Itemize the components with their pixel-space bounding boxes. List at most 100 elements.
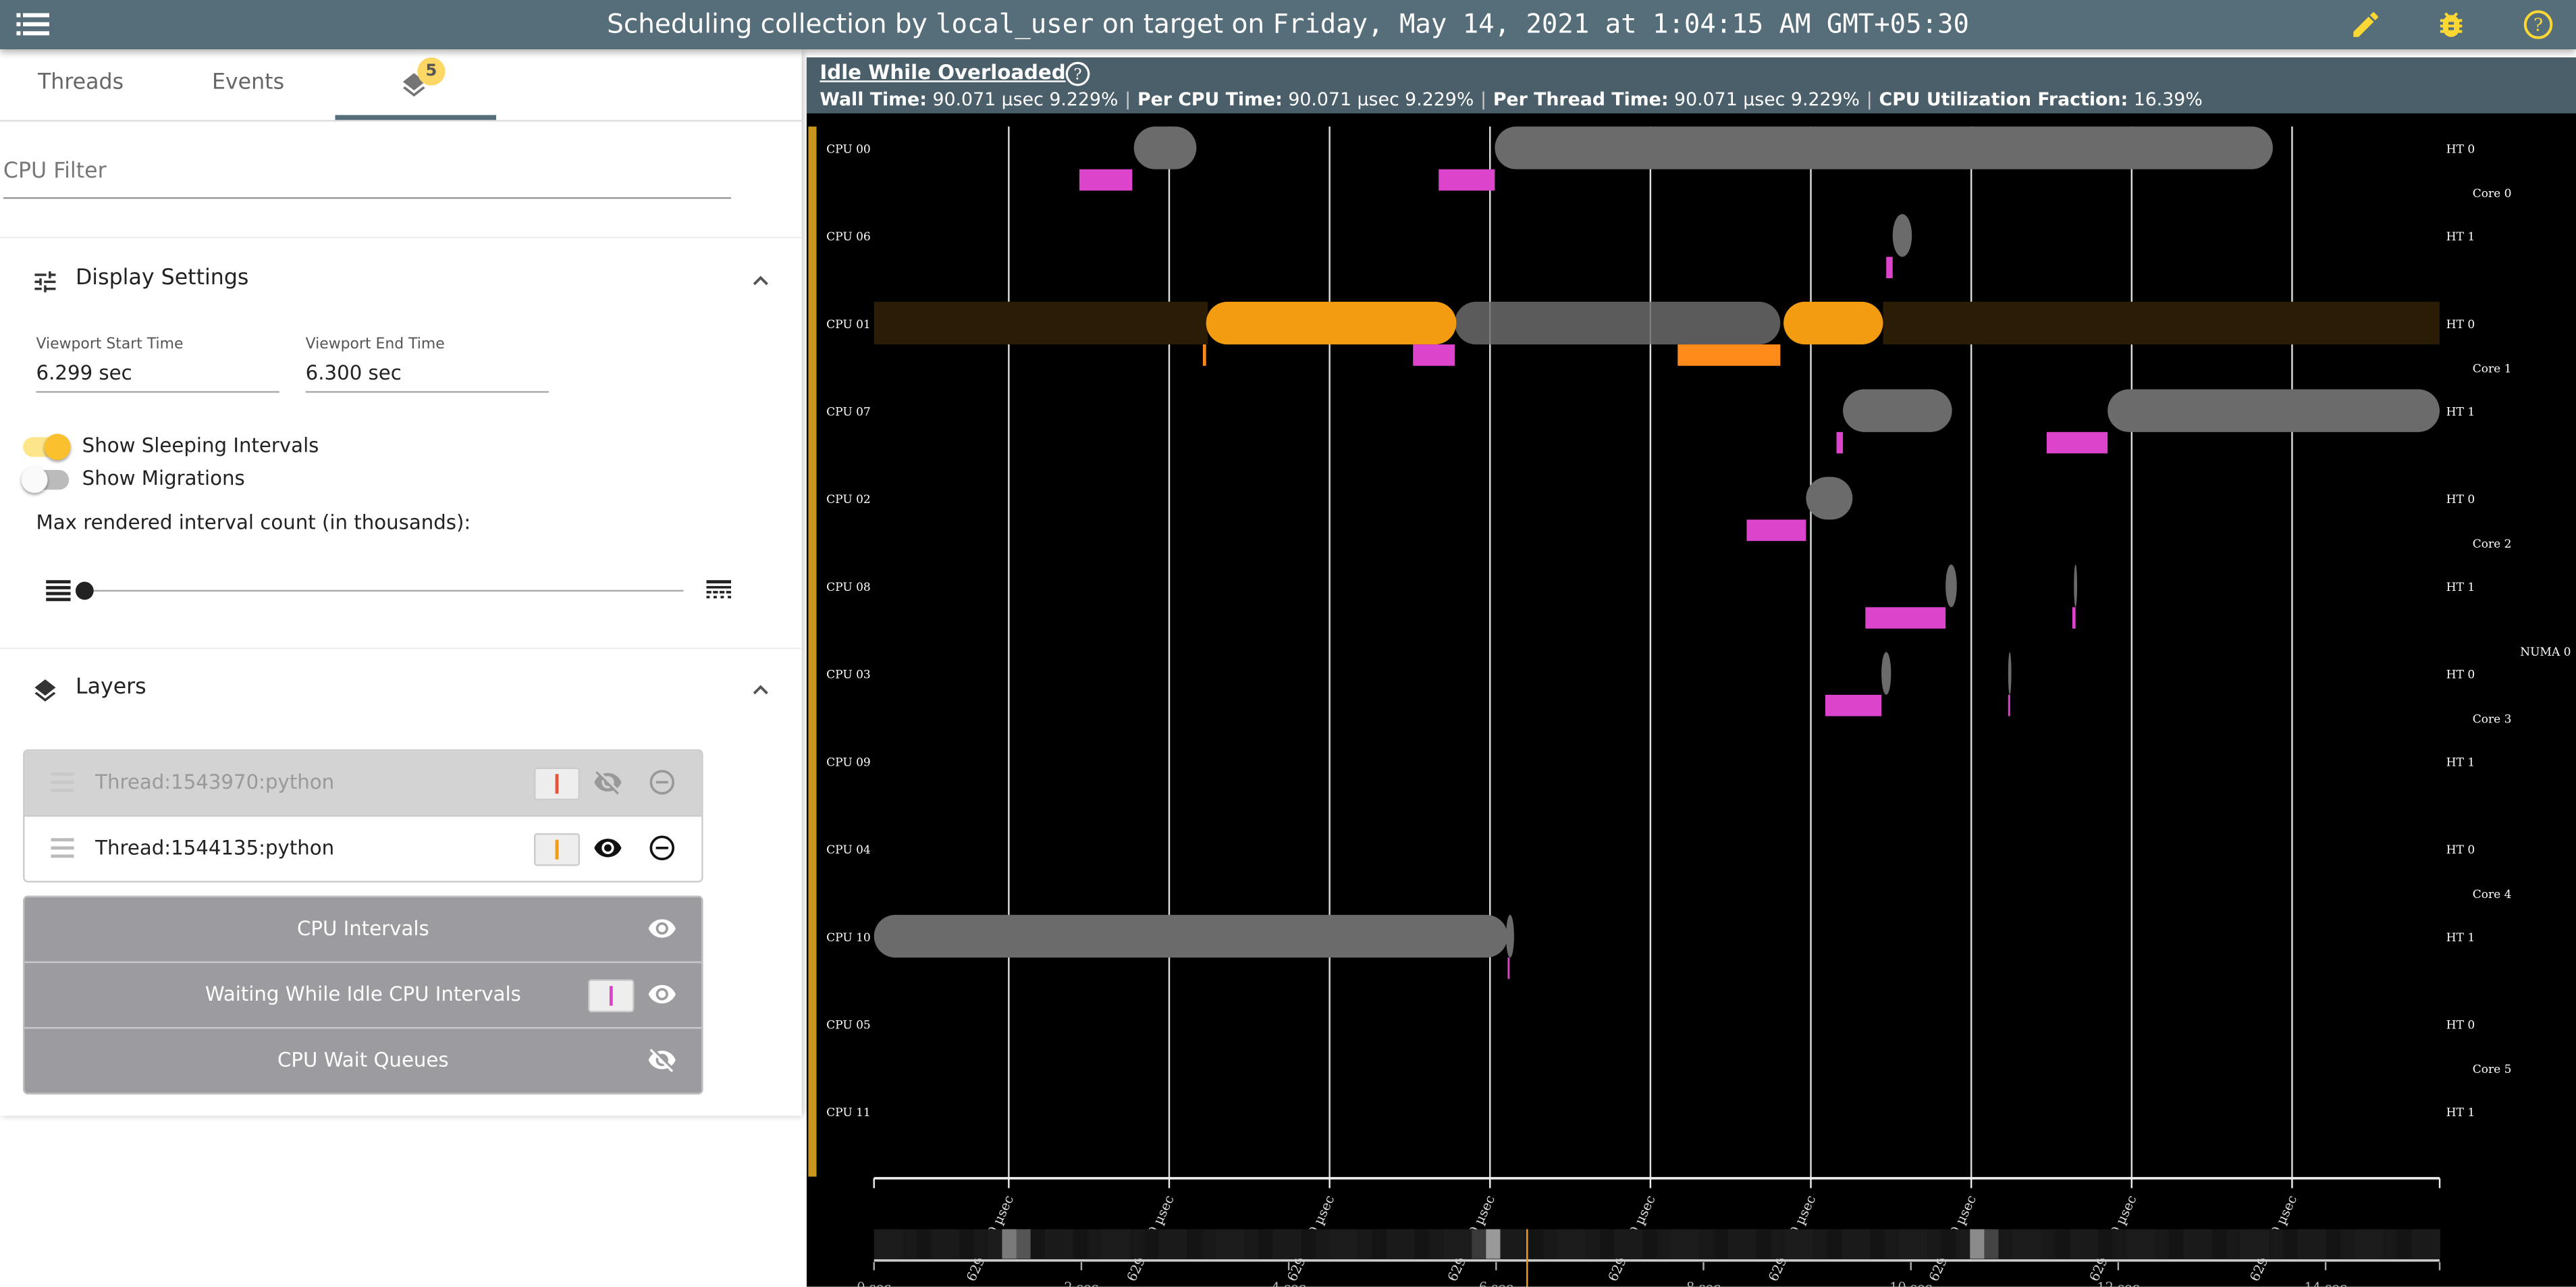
wait-interval [1507,957,1510,979]
cpu-layer-row[interactable]: CPU Wait Queues [24,1028,702,1093]
overview-cell [1287,1229,1302,1259]
core-label: Core 4 [2473,888,2512,901]
overview-cell [2098,1229,2113,1259]
overview-cell [2269,1229,2284,1259]
remove-circle-icon[interactable] [647,833,677,863]
cpu-label: CPU 02 [826,493,871,506]
overview-tick-label: 12 sec [2097,1280,2139,1287]
pencil-icon[interactable] [2349,8,2382,41]
chevron-up-icon[interactable] [751,271,770,291]
overview-cell [2240,1229,2255,1259]
eye-off-icon[interactable] [593,768,623,797]
cpu-label: CPU 06 [826,230,871,244]
tune-icon [34,271,56,292]
viewport-end-input[interactable]: 6.300 sec [305,355,549,393]
overview-cell [1571,1229,1586,1259]
thread-layer-label: Thread:1544135:python [95,836,335,860]
overview-cell [1372,1229,1387,1259]
remove-circle-icon[interactable] [647,768,677,797]
overview-cell [1329,1229,1345,1259]
display-settings-panel: Display Settings Viewport Start Time 6.2… [0,236,802,650]
viewport-start-input[interactable]: 6.299 sec [36,355,279,393]
cpu-timeline-chart[interactable]: CPU 00 HT 0 Core 0 CPU 06 HT 1 CPU 01 HT 0 Core… [807,57,2576,1287]
tab-events[interactable]: Events [212,71,284,96]
overview-cell [2155,1229,2170,1259]
wait-interval [2008,694,2010,716]
cpu-layer-row[interactable]: CPU Intervals [24,897,702,964]
thread-layer-row[interactable]: Thread:1544135:python [24,816,702,881]
cpu-layer-label: CPU Wait Queues [277,1048,449,1072]
overview-cell [1771,1229,1786,1259]
eye-icon[interactable] [647,979,677,1009]
eye-icon[interactable] [647,914,677,943]
overview-cell [1343,1229,1359,1259]
selected-interval [1783,301,1883,345]
thread-layer-label: Thread:1543970:python [95,770,335,794]
drag-handle-icon[interactable] [51,772,74,793]
drag-handle-icon[interactable] [51,838,74,858]
eye-off-icon[interactable] [647,1045,677,1075]
overview-cell [2055,1229,2070,1259]
color-swatch-button[interactable] [588,979,635,1013]
ht-label: HT 0 [2446,142,2475,156]
display-settings-title: Display Settings [75,266,249,291]
overview-cell [1272,1229,1287,1259]
tab-threads[interactable]: Threads [38,71,124,96]
cpu-layer-row[interactable]: Waiting While Idle CPU Intervals [24,963,702,1029]
overview-cell [2354,1229,2369,1259]
max-interval-slider-track[interactable] [85,589,684,592]
color-swatch-button[interactable] [533,767,581,801]
bug-icon[interactable] [2435,8,2468,41]
overview-cell [1998,1229,2014,1259]
show-migrations-toggle[interactable] [21,467,70,494]
viewport-start-label: Viewport Start Time [36,336,184,354]
overview-cell [1614,1229,1629,1259]
cpu-filter-input[interactable]: CPU Filter [3,148,731,199]
chevron-up-icon[interactable] [751,681,770,700]
help-icon[interactable]: ? [2522,8,2555,41]
overview-tick-label: 10 sec [1889,1280,1932,1287]
ht-label: HT 0 [2446,493,2475,506]
cpu-label: CPU 09 [826,756,871,769]
color-swatch [555,839,559,860]
overview-cell [1201,1229,1216,1259]
toggle-knob [21,467,48,494]
selection-bar [808,126,817,1177]
overview-cell [1486,1229,1501,1259]
wait-interval [1865,607,1946,629]
color-swatch-button[interactable] [533,833,581,866]
wait-interval [1439,169,1495,191]
few-intervals-icon [46,580,71,602]
many-intervals-icon [706,580,731,599]
overview-cell [2254,1229,2270,1259]
overview-cell [916,1229,932,1259]
overview-cell [2368,1229,2384,1259]
cpu-label: CPU 05 [826,1018,871,1032]
overview-cell [2141,1229,2156,1259]
overview-cell [1912,1229,1928,1259]
eye-icon[interactable] [593,833,623,863]
overview-cell [959,1229,975,1259]
overview-cell [1229,1229,1245,1259]
overview-cell [1827,1229,1843,1259]
overview-cell [1727,1229,1743,1259]
overview-cell [1301,1229,1316,1259]
overview-cell [1187,1229,1202,1259]
overview-cell [1173,1229,1188,1259]
overview-cell [1799,1229,1815,1259]
ht-label: HT 1 [2446,405,2475,419]
show-sleeping-toggle[interactable] [23,434,71,461]
wait-interval [1746,519,1806,542]
layers-icon [34,679,56,702]
overview-cell [1685,1229,1700,1259]
max-interval-slider-thumb[interactable] [75,581,94,600]
overview-cell [2112,1229,2127,1259]
overview-cell [1671,1229,1686,1259]
layers-panel: Layers Thread:1543970:python Thread:1544… [0,647,802,1116]
overview-cell [1386,1229,1401,1259]
overview-cell [1472,1229,1487,1259]
thread-layer-row[interactable]: Thread:1543970:python [24,751,702,817]
cpu-interval [2108,389,2440,432]
title-prefix: Scheduling collection by [607,8,936,40]
selected-interval [1206,301,1457,345]
